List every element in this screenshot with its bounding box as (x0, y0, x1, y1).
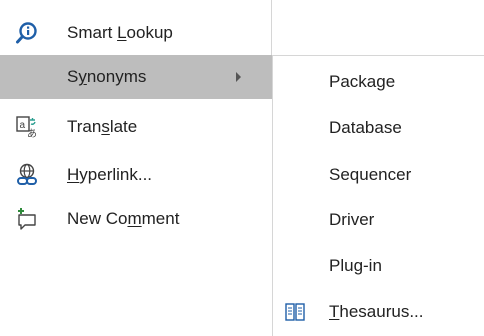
synonym-item-sequencer[interactable]: Sequencer (272, 153, 484, 197)
menu-item-label: Translate (67, 117, 138, 136)
hyperlink-icon (14, 162, 40, 188)
synonyms-submenu: Package Database Sequencer Driver Plug-i… (272, 55, 484, 336)
svg-text:a: a (20, 120, 26, 131)
menu-item-label: Synonyms (67, 67, 147, 86)
synonym-label: Sequencer (329, 165, 412, 184)
menu-item-translate[interactable]: a あ Translate (0, 105, 272, 149)
thesaurus-icon (284, 301, 306, 323)
synonym-item-database[interactable]: Database (272, 106, 484, 150)
menu-item-label: Hyperlink... (67, 165, 153, 184)
menu-item-new-comment[interactable]: New Comment (0, 197, 272, 241)
synonym-label: Plug-in (329, 256, 382, 275)
translate-icon: a あ (14, 114, 40, 140)
svg-text:あ: あ (27, 128, 37, 139)
submenu-border (272, 55, 484, 56)
synonym-item-plug-in[interactable]: Plug-in (272, 244, 484, 288)
synonym-label: Driver (329, 210, 375, 229)
context-menu: Smart Lookup Synonyms a あ Translate Hype… (0, 0, 272, 245)
menu-item-label: Smart Lookup (67, 23, 173, 42)
smart-lookup-icon (14, 20, 40, 46)
synonym-item-package[interactable]: Package (272, 60, 484, 104)
synonym-label: Package (329, 72, 396, 91)
menu-item-label: Thesaurus... (329, 302, 424, 321)
menu-item-smart-lookup[interactable]: Smart Lookup (0, 11, 272, 55)
synonym-item-driver[interactable]: Driver (272, 198, 484, 242)
menu-item-synonyms[interactable]: Synonyms (0, 55, 272, 99)
submenu-arrow-icon (236, 72, 241, 82)
menu-item-hyperlink[interactable]: Hyperlink... (0, 153, 272, 197)
menu-item-label: New Comment (67, 209, 180, 228)
context-menu-screen: Smart Lookup Synonyms a あ Translate Hype… (0, 0, 484, 336)
menu-item-thesaurus[interactable]: Thesaurus... (272, 290, 484, 334)
new-comment-icon (14, 206, 40, 232)
synonym-label: Database (329, 118, 402, 137)
